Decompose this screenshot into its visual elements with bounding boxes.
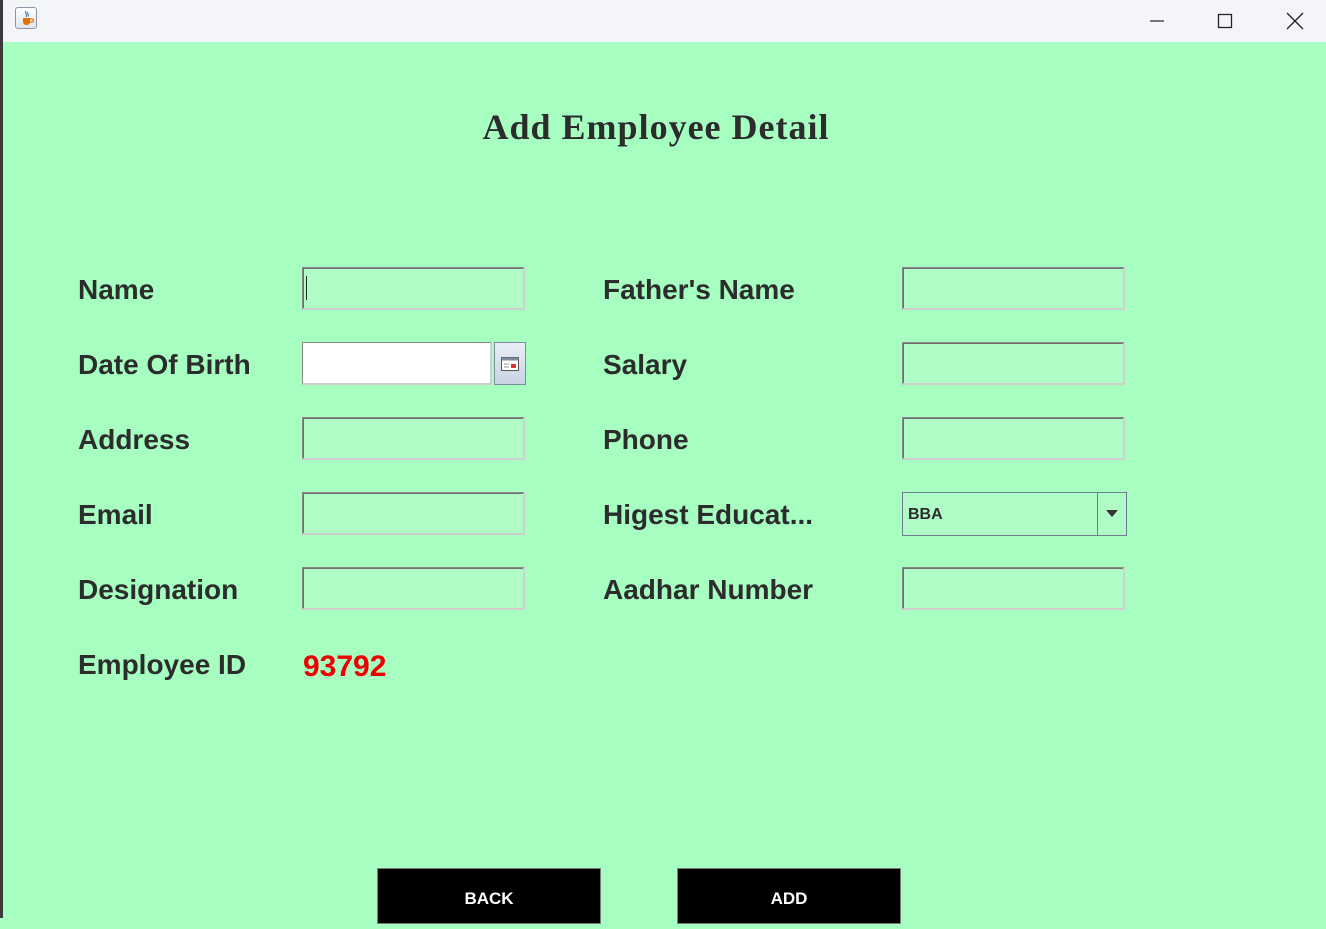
salary-input[interactable] [902, 342, 1125, 385]
close-icon [1286, 12, 1304, 30]
father-name-label: Father's Name [603, 274, 795, 305]
maximize-icon [1217, 13, 1233, 29]
father-name-input[interactable] [902, 267, 1125, 310]
name-input[interactable] [302, 267, 525, 310]
aadhar-input[interactable] [902, 567, 1125, 610]
aadhar-label: Aadhar Number [603, 574, 814, 605]
education-label: Higest Educat... [603, 499, 814, 530]
dob-input[interactable] [302, 342, 492, 385]
employee-id-value: 93792 [303, 650, 387, 683]
phone-input[interactable] [902, 417, 1125, 460]
email-label: Email [78, 499, 153, 530]
java-cup-icon [15, 7, 37, 29]
email-input[interactable] [302, 492, 525, 535]
employee-id-label: Employee ID [78, 649, 247, 680]
back-button[interactable]: BACK [377, 868, 601, 924]
minimize-button[interactable] [1124, 0, 1190, 42]
address-label: Address [78, 424, 191, 455]
add-button[interactable]: ADD [677, 868, 901, 924]
minimize-icon [1150, 20, 1164, 22]
close-button[interactable] [1262, 0, 1326, 42]
designation-input[interactable] [302, 567, 525, 610]
education-select[interactable]: BBA [902, 492, 1127, 536]
title-bar[interactable] [3, 0, 1326, 42]
education-selected-value: BBA [908, 506, 943, 523]
date-picker-button[interactable] [494, 342, 526, 385]
phone-label: Phone [603, 424, 689, 455]
page-title: Add Employee Detail [482, 107, 830, 147]
education-dropdown-button[interactable] [1097, 493, 1126, 535]
designation-label: Designation [78, 574, 239, 605]
maximize-button[interactable] [1192, 0, 1258, 42]
salary-label: Salary [603, 349, 688, 380]
chevron-down-icon [1106, 510, 1118, 517]
text-caret [306, 276, 307, 300]
address-input[interactable] [302, 417, 525, 460]
name-label: Name [78, 274, 155, 305]
calendar-icon [501, 357, 519, 371]
dob-label: Date Of Birth [78, 349, 251, 380]
